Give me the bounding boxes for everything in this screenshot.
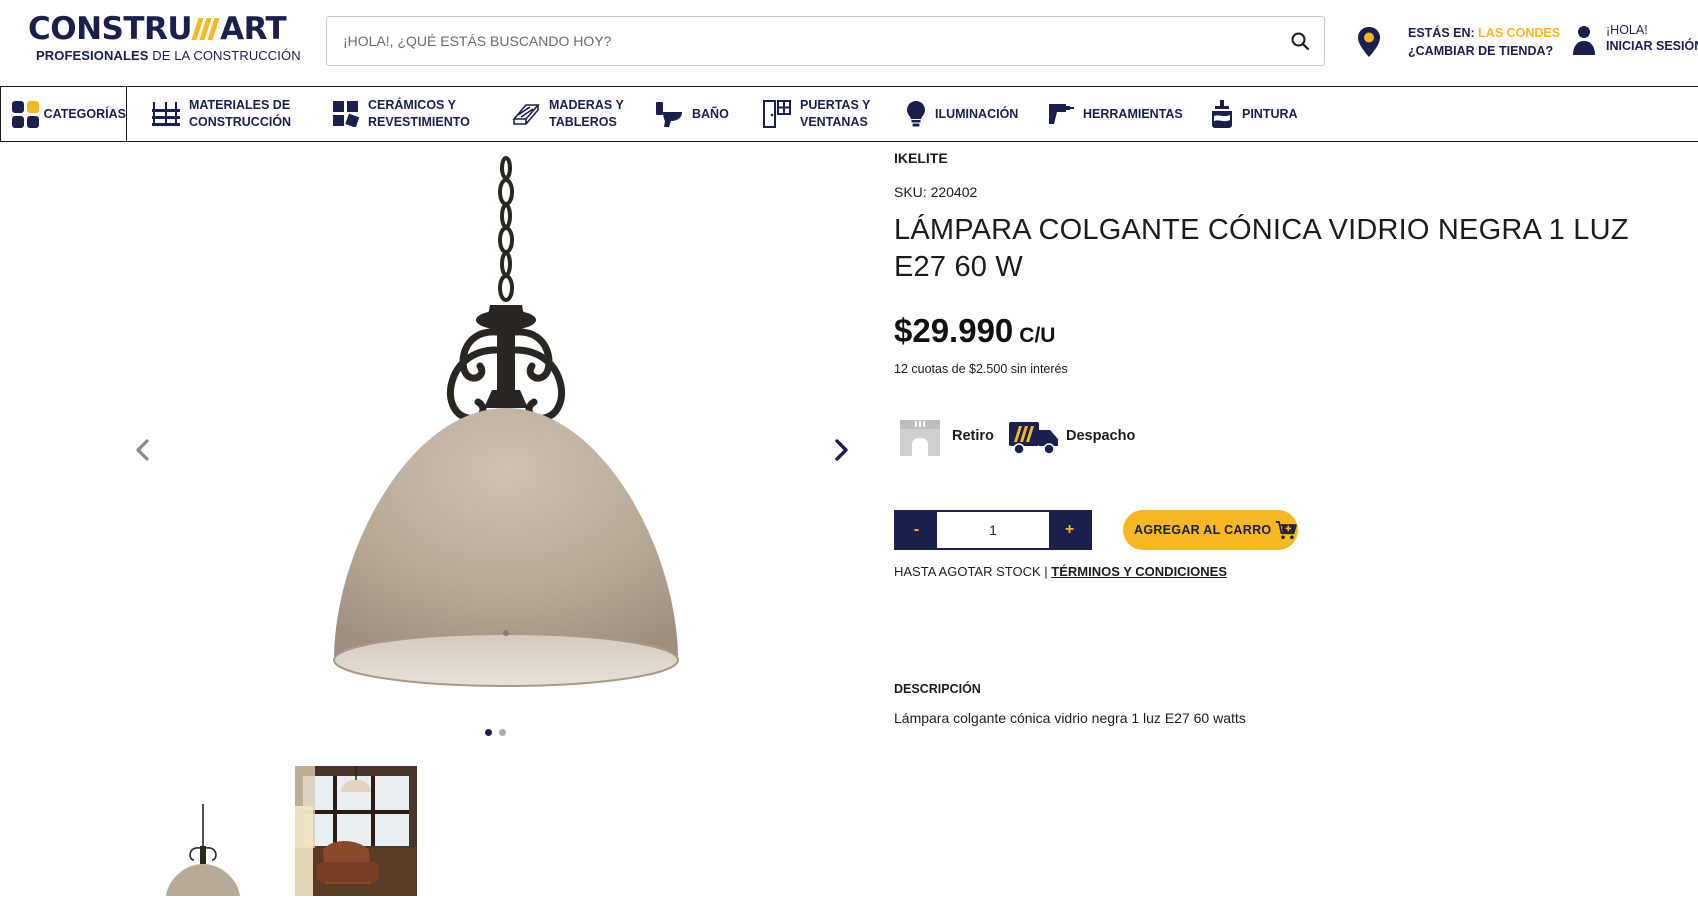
site-header: CONSTRU ART PROFESIONALES DE LA CONSTRUCC…	[0, 0, 1698, 86]
delivery-truck-icon	[1009, 422, 1058, 455]
store-pickup-icon	[900, 420, 940, 456]
nav-item-puertas[interactable]: PUERTAS Y VENTANAS	[763, 87, 870, 141]
tiles-icon	[333, 101, 359, 127]
categories-grid-icon	[12, 100, 39, 128]
product-title: LÁMPARA COLGANTE CÓNICA VIDRIO NEGRA 1 L…	[894, 214, 1629, 283]
add-to-cart-label: AGREGAR AL CARRO	[1134, 523, 1272, 537]
categories-button[interactable]: CATEGORÍAS	[0, 87, 127, 141]
nav-label: PINTURA	[1242, 106, 1298, 121]
nav-item-materiales[interactable]: MATERIALES DE CONSTRUCCIÓN	[152, 87, 291, 141]
door-icon	[763, 100, 791, 128]
nav-label: CERÁMICOS Y REVESTIMIENTO	[368, 98, 470, 129]
logo-m-mark	[191, 18, 220, 40]
product-gallery	[120, 150, 860, 910]
carousel-dots	[485, 729, 506, 736]
product-sku: SKU: 220402	[894, 184, 978, 200]
nav-item-herramientas[interactable]: HERRAMIENTAS	[1048, 87, 1183, 141]
toilet-icon	[656, 102, 682, 127]
nav-item-iluminacion[interactable]: ILUMINACIÓN	[906, 87, 1018, 141]
nav-label: MATERIALES DE CONSTRUCCIÓN	[189, 98, 292, 129]
nav-item-bano[interactable]: BAÑO	[655, 87, 729, 141]
decrease-quantity-button[interactable]: -	[896, 512, 937, 548]
nav-label: BAÑO	[692, 106, 729, 121]
drill-icon	[1049, 104, 1074, 124]
description-heading: DESCRIPCIÓN	[894, 682, 981, 696]
terms-link[interactable]: TÉRMINOS Y CONDICIONES	[1051, 564, 1227, 579]
brick-icon	[152, 102, 180, 126]
nav-label: HERRAMIENTAS	[1083, 106, 1183, 121]
nav-label: MADERAS Y TABLEROS	[549, 98, 624, 129]
wood-icon	[512, 104, 540, 125]
description-text: Lámpara colgante cónica vidrio negra 1 l…	[894, 710, 1246, 726]
category-nav: CATEGORÍAS MATERIALES DE CONSTRUCCIÓN CER…	[0, 86, 1698, 142]
product-brand[interactable]: IKELITE	[894, 150, 948, 166]
product-thumbnail[interactable]	[142, 766, 264, 896]
carousel-dot[interactable]	[485, 729, 492, 736]
greeting-text: ¡HOLA!	[1606, 23, 1648, 37]
stock-note-text: HASTA AGOTAR STOCK |	[894, 564, 1052, 579]
product-price: $29.990	[894, 312, 1014, 349]
retiro-label: Retiro	[952, 428, 994, 444]
despacho-label: Despacho	[1066, 428, 1136, 444]
installments-text: 12 cuotas de $2.500 sin interés	[894, 362, 1068, 376]
search-bar	[326, 16, 1325, 66]
nav-item-maderas[interactable]: MADERAS Y TABLEROS	[512, 87, 624, 141]
construmart-logo[interactable]: CONSTRU ART PROFESIONALES DE LA CONSTRUCC…	[28, 12, 301, 63]
carousel-dot[interactable]	[499, 729, 506, 736]
paint-icon	[1212, 100, 1232, 128]
chevron-right-icon[interactable]	[826, 435, 856, 465]
logo-tagline: PROFESIONALES DE LA CONSTRUCCIÓN	[36, 48, 301, 63]
account-text: ¡HOLA! INICIAR SESIÓN	[1606, 22, 1698, 54]
logo-text-left: CONSTRU	[28, 11, 193, 47]
login-link[interactable]: INICIAR SESIÓN	[1606, 38, 1698, 54]
quantity-input[interactable]	[937, 512, 1049, 548]
product-main-image[interactable]	[206, 150, 806, 750]
price-row: $29.990 C/U	[894, 312, 1055, 350]
change-store-link[interactable]: ¿CAMBIAR DE TIENDA?	[1408, 42, 1560, 60]
add-to-cart-button[interactable]: AGREGAR AL CARRO	[1123, 510, 1298, 550]
categories-label: CATEGORÍAS	[43, 106, 126, 121]
logo-text-right: ART	[220, 11, 287, 47]
location-pin-icon	[1358, 27, 1380, 57]
nav-label: PUERTAS Y VENTANAS	[800, 98, 871, 129]
logo-tagline-rest: DE LA CONSTRUCCIÓN	[148, 48, 301, 63]
stock-note: HASTA AGOTAR STOCK | TÉRMINOS Y CONDICIO…	[894, 564, 1227, 579]
nav-label: ILUMINACIÓN	[935, 106, 1019, 121]
nav-item-ceramicos[interactable]: CERÁMICOS Y REVESTIMIENTO	[333, 87, 470, 141]
price-unit: C/U	[1019, 324, 1056, 347]
store-text: ESTÁS EN: LAS CONDES ¿CAMBIAR DE TIENDA?	[1408, 24, 1560, 60]
nav-item-pintura[interactable]: PINTURA	[1211, 87, 1298, 141]
quantity-stepper: - +	[894, 510, 1092, 550]
user-icon	[1573, 26, 1595, 55]
store-prefix: ESTÁS EN:	[1408, 26, 1479, 40]
logo-wordmark: CONSTRU ART	[28, 12, 288, 46]
search-input[interactable]	[327, 17, 1227, 65]
logo-tagline-bold: PROFESIONALES	[36, 48, 149, 63]
bulb-icon	[907, 101, 925, 127]
increase-quantity-button[interactable]: +	[1049, 512, 1090, 548]
store-name: LAS CONDES	[1478, 26, 1561, 40]
chevron-left-icon[interactable]	[128, 435, 158, 465]
cart-icon	[1276, 521, 1298, 540]
search-icon[interactable]	[1290, 31, 1310, 51]
product-thumbnail-room[interactable]	[295, 766, 417, 896]
